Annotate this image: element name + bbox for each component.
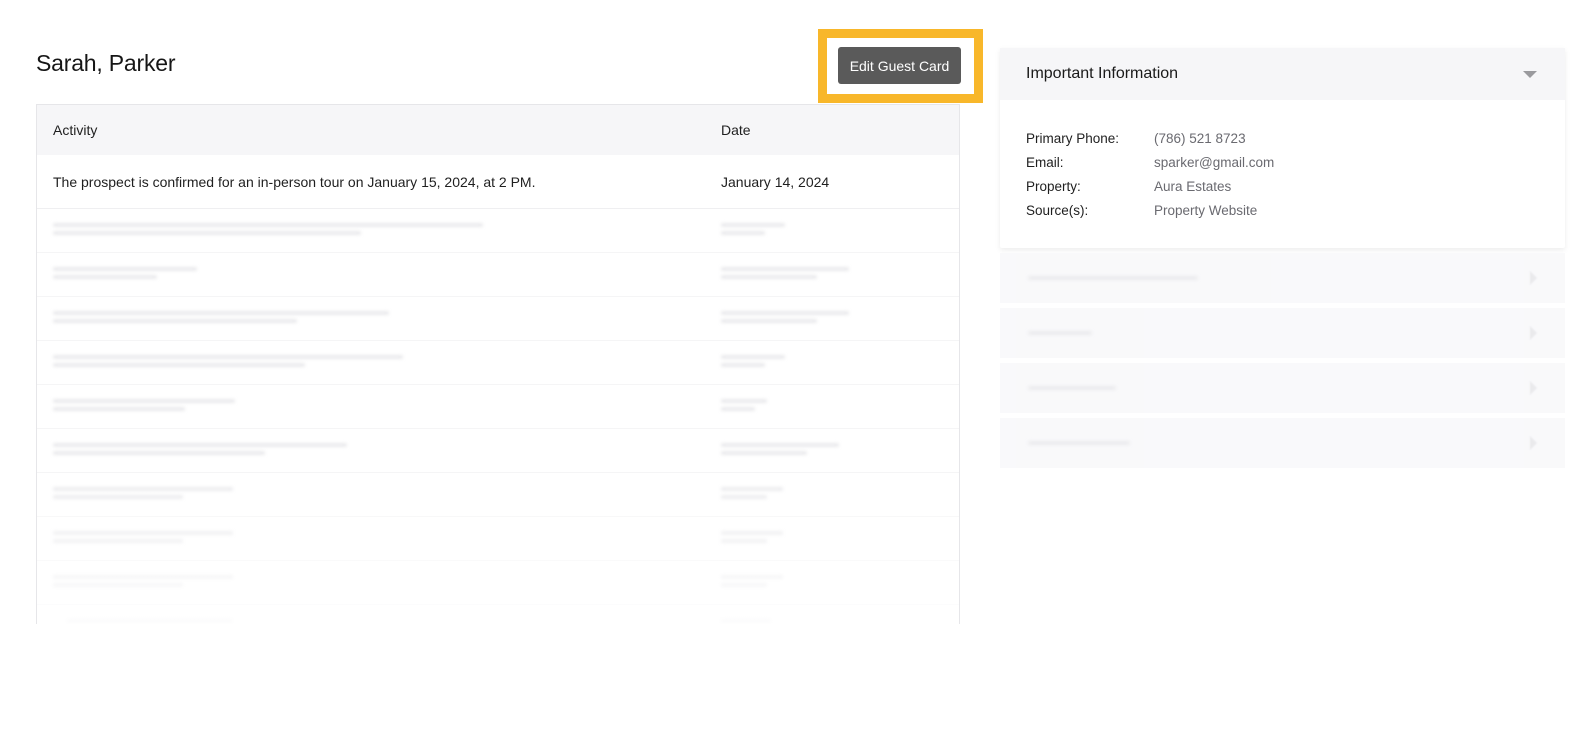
caret-right-icon: [1530, 326, 1537, 340]
caret-right-icon: [1530, 381, 1537, 395]
important-information-header[interactable]: Important Information: [1000, 48, 1565, 100]
email-value: sparker@gmail.com: [1154, 154, 1275, 170]
source-value: Property Website: [1154, 202, 1258, 218]
important-information-title: Important Information: [1026, 65, 1179, 82]
blurred-row: [37, 429, 959, 473]
caret-right-icon: [1530, 436, 1537, 450]
blurred-row: [37, 385, 959, 429]
edit-guest-card-button[interactable]: Edit Guest Card: [838, 47, 961, 84]
caret-down-icon[interactable]: [1523, 70, 1537, 78]
collapsed-panel[interactable]: [1000, 363, 1565, 413]
guest-card-page: Sarah, Parker Edit Guest Card Activity D…: [0, 0, 1593, 731]
blurred-row: [37, 253, 959, 297]
blurred-row: [37, 561, 959, 605]
blurred-row: [37, 297, 959, 341]
caret-right-icon: [1530, 271, 1537, 285]
property-value: Aura Estates: [1154, 178, 1232, 194]
column-header-date: Date: [721, 122, 751, 138]
collapsed-panel[interactable]: [1000, 418, 1565, 468]
blurred-row: [37, 517, 959, 561]
info-row-property: Property: Aura Estates: [1026, 174, 1539, 198]
blurred-row: [37, 473, 959, 517]
table-header: Activity Date: [37, 105, 959, 155]
column-header-activity: Activity: [53, 122, 98, 138]
activity-cell: The prospect is confirmed for an in-pers…: [53, 173, 536, 190]
blurred-row: [37, 341, 959, 385]
blurred-row: [37, 209, 959, 253]
activity-table: Activity Date The prospect is confirmed …: [36, 104, 960, 624]
important-information-body: Primary Phone: (786) 521 8723 Email: spa…: [1000, 100, 1565, 222]
info-label: Email:: [1026, 154, 1064, 170]
primary-phone-value: (786) 521 8723: [1154, 130, 1246, 146]
info-label: Source(s):: [1026, 202, 1089, 218]
collapsed-panel[interactable]: [1000, 253, 1565, 303]
date-cell: January 14, 2024: [721, 173, 830, 190]
info-label: Property:: [1026, 178, 1081, 194]
blurred-row: [37, 605, 959, 624]
info-row-phone: Primary Phone: (786) 521 8723: [1026, 126, 1539, 150]
info-row-email: Email: sparker@gmail.com: [1026, 150, 1539, 174]
info-row-source: Source(s): Property Website: [1026, 198, 1539, 222]
table-row[interactable]: The prospect is confirmed for an in-pers…: [37, 155, 959, 209]
collapsed-panel[interactable]: [1000, 308, 1565, 358]
info-label: Primary Phone:: [1026, 130, 1120, 146]
guest-name-title: Sarah, Parker: [36, 50, 176, 76]
important-information-panel: Important Information Primary Phone: (78…: [1000, 48, 1565, 248]
